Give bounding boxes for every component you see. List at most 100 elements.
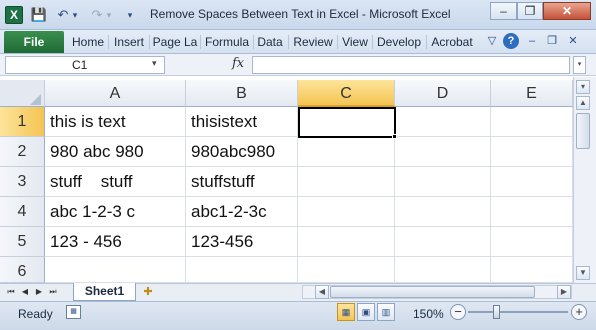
vertical-scroll-thumb[interactable] <box>576 113 590 149</box>
tab-file[interactable]: File <box>4 31 64 53</box>
scroll-right-icon[interactable]: ▶ <box>557 285 571 299</box>
cell-c3[interactable] <box>298 167 395 197</box>
cell-a3[interactable]: stuff stuff <box>45 167 186 197</box>
page-layout-view-icon[interactable]: ▣ <box>357 303 375 321</box>
tab-data[interactable]: Data <box>255 31 285 53</box>
tab-separator <box>149 35 150 49</box>
cell-e1[interactable] <box>491 107 573 137</box>
cell-e5[interactable] <box>491 227 573 257</box>
macro-record-icon[interactable]: ▦ <box>66 305 81 319</box>
insert-sheet-icon[interactable]: ✚ <box>140 285 156 299</box>
column-header-a[interactable]: A <box>45 80 186 107</box>
formula-input[interactable] <box>252 56 570 74</box>
undo-dropdown-icon[interactable]: ▾ <box>70 6 80 24</box>
scroll-up-icon[interactable]: ▲ <box>576 96 590 110</box>
row-header-1[interactable]: 1 <box>0 107 45 137</box>
cell-d1[interactable] <box>395 107 491 137</box>
tab-separator <box>426 35 427 49</box>
name-box-dropdown-icon[interactable]: ▾ <box>152 58 157 69</box>
cell-a1[interactable]: this is text <box>45 107 186 137</box>
tab-formulas[interactable]: Formula <box>202 31 252 53</box>
select-all-triangle-icon <box>30 94 41 105</box>
tab-separator <box>372 35 373 49</box>
help-icon[interactable]: ? <box>503 33 519 49</box>
minimize-button[interactable]: – <box>490 2 517 20</box>
cell-d4[interactable] <box>395 197 491 227</box>
cell-b1[interactable]: thisistext <box>186 107 298 137</box>
cell-c5[interactable] <box>298 227 395 257</box>
window-title: Remove Spaces Between Text in Excel - Mi… <box>150 7 451 21</box>
scroll-left-icon[interactable]: ◀ <box>315 285 329 299</box>
zoom-slider-track[interactable] <box>468 311 568 313</box>
zoom-out-icon[interactable]: − <box>450 304 466 320</box>
collapse-ribbon-icon[interactable]: ▽ <box>484 33 500 49</box>
split-box-icon[interactable]: ▾ <box>576 80 590 94</box>
tab-page-layout[interactable]: Page La <box>151 31 199 53</box>
tab-separator <box>253 35 254 49</box>
page-break-view-icon[interactable]: ▥ <box>377 303 395 321</box>
cell-b5[interactable]: 123-456 <box>186 227 298 257</box>
cell-d2[interactable] <box>395 137 491 167</box>
workbook-close-icon[interactable]: ✕ <box>565 33 581 49</box>
last-sheet-icon[interactable]: ⏭ <box>48 285 58 299</box>
save-icon[interactable]: 💾 <box>30 6 48 24</box>
column-header-d[interactable]: D <box>395 80 491 107</box>
cell-b4[interactable]: abc1-2-3c <box>186 197 298 227</box>
expand-formula-bar-icon[interactable]: ▾ <box>573 56 586 74</box>
row-header-6[interactable]: 6 <box>0 257 45 283</box>
cell-a6[interactable] <box>45 257 186 283</box>
cell-a5[interactable]: 123 - 456 <box>45 227 186 257</box>
row-header-4[interactable]: 4 <box>0 197 45 227</box>
cell-b6[interactable] <box>186 257 298 283</box>
tab-separator <box>108 35 109 49</box>
tab-acrobat[interactable]: Acrobat <box>428 31 476 53</box>
tab-insert[interactable]: Insert <box>110 31 148 53</box>
cell-b2[interactable]: 980abc980 <box>186 137 298 167</box>
workbook-restore-icon[interactable]: ❐ <box>544 33 560 49</box>
cell-e2[interactable] <box>491 137 573 167</box>
customize-qat-icon[interactable]: ▾ <box>124 6 136 24</box>
cell-a2[interactable]: 980 abc 980 <box>45 137 186 167</box>
cell-d3[interactable] <box>395 167 491 197</box>
tab-separator <box>337 35 338 49</box>
row-header-5[interactable]: 5 <box>0 227 45 257</box>
tab-developer[interactable]: Develop <box>374 31 424 53</box>
next-sheet-icon[interactable]: ▶ <box>34 285 44 299</box>
cell-c4[interactable] <box>298 197 395 227</box>
column-header-b[interactable]: B <box>186 80 298 107</box>
cell-a4[interactable]: abc 1-2-3 c <box>45 197 186 227</box>
normal-view-icon[interactable]: ▦ <box>337 303 355 321</box>
status-ready-text: Ready <box>18 307 53 321</box>
row-header-2[interactable]: 2 <box>0 137 45 167</box>
restore-button[interactable]: ❐ <box>517 2 543 20</box>
workbook-minimize-icon[interactable]: – <box>524 33 540 49</box>
tab-home[interactable]: Home <box>69 31 107 53</box>
close-button[interactable]: ✕ <box>543 2 591 20</box>
tab-review[interactable]: Review <box>290 31 336 53</box>
insert-function-icon[interactable]: fx <box>232 56 244 71</box>
redo-dropdown-icon[interactable]: ▾ <box>104 6 114 24</box>
cell-e6[interactable] <box>491 257 573 283</box>
cell-c2[interactable] <box>298 137 395 167</box>
zoom-slider-thumb[interactable] <box>493 305 500 319</box>
excel-logo-icon[interactable]: X <box>5 6 23 24</box>
column-header-e[interactable]: E <box>491 80 573 107</box>
column-header-c[interactable]: C <box>298 80 395 107</box>
horizontal-scroll-thumb[interactable] <box>330 286 535 298</box>
zoom-in-icon[interactable]: + <box>571 304 587 320</box>
prev-sheet-icon[interactable]: ◀ <box>20 285 30 299</box>
tab-sheet1[interactable]: Sheet1 <box>73 283 136 301</box>
scroll-down-icon[interactable]: ▼ <box>576 266 590 280</box>
tab-view[interactable]: View <box>339 31 371 53</box>
first-sheet-icon[interactable]: ⏮ <box>6 285 16 299</box>
cell-e3[interactable] <box>491 167 573 197</box>
zoom-level[interactable]: 150% <box>413 307 444 321</box>
cell-e4[interactable] <box>491 197 573 227</box>
cell-d6[interactable] <box>395 257 491 283</box>
tab-separator <box>200 35 201 49</box>
fill-handle[interactable] <box>392 134 397 139</box>
cell-d5[interactable] <box>395 227 491 257</box>
cell-b3[interactable]: stuffstuff <box>186 167 298 197</box>
cell-c6[interactable] <box>298 257 395 283</box>
row-header-3[interactable]: 3 <box>0 167 45 197</box>
